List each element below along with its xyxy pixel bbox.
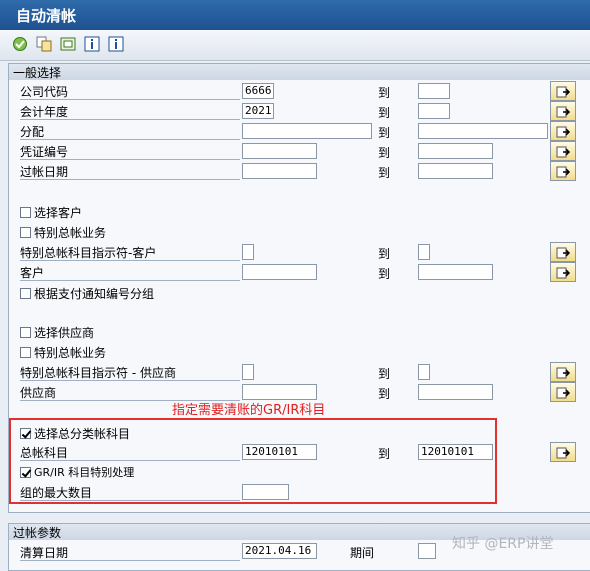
info-icon[interactable]	[84, 36, 100, 52]
special-gl-customer-from-input[interactable]	[242, 244, 254, 260]
company-code-label: 公司代码	[20, 85, 69, 99]
clearing-date-input[interactable]: 2021.04.16	[242, 543, 317, 559]
company-code-to-input[interactable]	[418, 83, 450, 99]
vendor-to-input[interactable]	[418, 384, 493, 400]
to-label: 到	[378, 106, 391, 120]
select-customers-checkbox[interactable]	[20, 207, 31, 218]
fiscal-year-label: 会计年度	[20, 105, 69, 119]
assignment-from-input[interactable]	[242, 123, 372, 139]
grir-special-treatment-label: GR/IR 科目特别处理	[34, 466, 135, 479]
multiple-selection-button[interactable]	[550, 382, 576, 402]
posting-date-label: 过帐日期	[20, 165, 69, 179]
clearing-date-label: 清算日期	[20, 546, 69, 560]
select-customers-label: 选择客户	[34, 206, 83, 220]
special-gl-indicator-vendor-label: 特别总帐科目指示符 - 供应商	[20, 366, 176, 380]
document-number-to-input[interactable]	[418, 143, 493, 159]
fiscal-year-to-input[interactable]	[418, 103, 450, 119]
divider	[20, 280, 240, 281]
group-by-payment-checkbox[interactable]	[20, 288, 31, 299]
company-code-from-input[interactable]: 6666	[242, 83, 274, 99]
group-by-payment-label: 根据支付通知编号分组	[34, 287, 155, 301]
to-label: 到	[378, 367, 391, 381]
divider	[20, 500, 240, 501]
document-number-from-input[interactable]	[242, 143, 317, 159]
grir-special-treatment-checkbox[interactable]	[20, 467, 31, 478]
select-vendors-label: 选择供应商	[34, 326, 95, 340]
special-gl-customer-to-input[interactable]	[418, 244, 430, 260]
multiple-selection-button[interactable]	[550, 141, 576, 161]
special-gl-customer-checkbox[interactable]	[20, 227, 31, 238]
copy-icon[interactable]	[36, 36, 52, 52]
special-gl-customer-check-label: 特别总帐业务	[34, 226, 107, 240]
multiple-selection-button[interactable]	[550, 101, 576, 121]
gl-account-to-input[interactable]: 12010101	[418, 444, 493, 460]
posting-date-from-input[interactable]	[242, 163, 317, 179]
to-label: 到	[378, 267, 391, 281]
to-label: 到	[378, 166, 391, 180]
watermark: 知乎 @ERP讲堂	[452, 536, 554, 552]
fiscal-year-from-input[interactable]: 2021	[242, 103, 274, 119]
section-title: 过帐参数	[13, 526, 62, 540]
special-gl-vendor-from-input[interactable]	[242, 364, 254, 380]
application-toolbar	[0, 30, 590, 61]
divider	[20, 560, 240, 561]
save-variant-icon[interactable]	[60, 36, 76, 52]
to-label: 到	[378, 447, 391, 461]
divider	[20, 260, 240, 261]
to-label: 到	[378, 247, 391, 261]
divider	[20, 99, 240, 100]
section-title: 一般选择	[13, 66, 62, 80]
max-groups-input[interactable]	[242, 484, 289, 500]
divider	[20, 179, 240, 180]
multiple-selection-button[interactable]	[550, 362, 576, 382]
divider	[20, 119, 240, 120]
select-gl-accounts-label: 选择总分类帐科目	[34, 427, 131, 441]
vendor-from-input[interactable]	[242, 384, 317, 400]
to-label: 到	[378, 387, 391, 401]
customer-from-input[interactable]	[242, 264, 317, 280]
info-icon[interactable]	[108, 36, 124, 52]
multiple-selection-button[interactable]	[550, 121, 576, 141]
vendor-label: 供应商	[20, 386, 57, 400]
title-bar: 自动清帐	[0, 0, 590, 30]
divider	[20, 159, 240, 160]
select-gl-accounts-checkbox[interactable]	[20, 428, 31, 439]
assignment-to-input[interactable]	[418, 123, 548, 139]
general-selection-header: 一般选择	[8, 63, 590, 81]
gl-account-from-input[interactable]: 12010101	[242, 444, 317, 460]
period-label: 期间	[350, 546, 375, 560]
multiple-selection-button[interactable]	[550, 442, 576, 462]
multiple-selection-button[interactable]	[550, 262, 576, 282]
customer-label: 客户	[20, 266, 45, 280]
multiple-selection-button[interactable]	[550, 81, 576, 101]
max-groups-label: 组的最大数目	[20, 486, 93, 500]
special-gl-vendor-to-input[interactable]	[418, 364, 430, 380]
multiple-selection-button[interactable]	[550, 242, 576, 262]
special-gl-vendor-checkbox[interactable]	[20, 347, 31, 358]
to-label: 到	[378, 146, 391, 160]
posting-date-to-input[interactable]	[418, 163, 493, 179]
select-vendors-checkbox[interactable]	[20, 327, 31, 338]
special-gl-indicator-customer-label: 特别总帐科目指示符-客户	[20, 246, 157, 260]
multiple-selection-button[interactable]	[550, 161, 576, 181]
customer-to-input[interactable]	[418, 264, 493, 280]
annotation-text: 指定需要清账的GR/IR科目	[172, 403, 326, 418]
to-label: 到	[378, 126, 391, 140]
special-gl-vendor-check-label: 特别总帐业务	[34, 346, 107, 360]
period-input[interactable]	[418, 543, 436, 559]
window-title: 自动清帐	[16, 7, 77, 25]
divider	[20, 380, 240, 381]
document-number-label: 凭证编号	[20, 145, 69, 159]
divider	[20, 460, 240, 461]
to-label: 到	[378, 86, 391, 100]
divider	[20, 139, 240, 140]
execute-icon[interactable]	[12, 36, 28, 52]
gl-account-label: 总帐科目	[20, 446, 69, 460]
assignment-label: 分配	[20, 125, 45, 139]
